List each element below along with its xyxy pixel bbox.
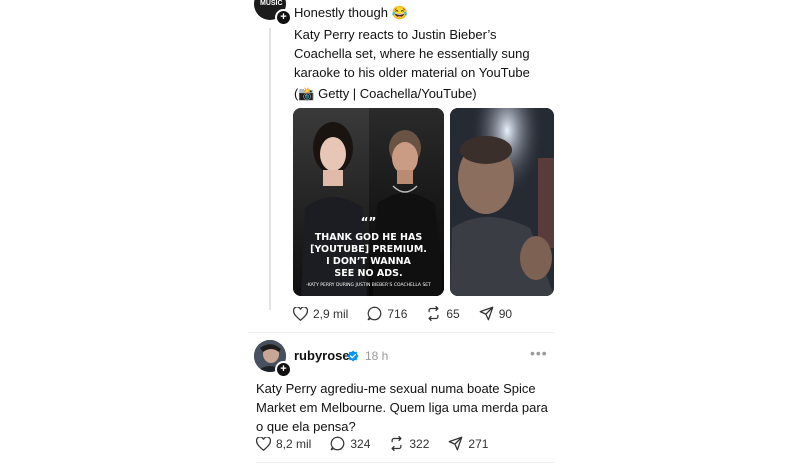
post1-reply-button[interactable]: 716 bbox=[367, 306, 407, 321]
post2-like-count: 8,2 mil bbox=[276, 436, 312, 451]
quote-line-3: I DON’T WANNA bbox=[326, 256, 411, 267]
post2-like-button[interactable]: 8,2 mil bbox=[256, 436, 312, 451]
post1-header-text: Honestly though 😂 bbox=[294, 5, 408, 20]
send-icon bbox=[479, 306, 494, 321]
post2-share-count: 271 bbox=[468, 436, 489, 451]
post2-repost-button[interactable]: 322 bbox=[389, 436, 429, 451]
post1-like-button[interactable]: 2,9 mil bbox=[293, 306, 349, 321]
send-icon bbox=[449, 436, 463, 451]
quote-mark: “” bbox=[360, 215, 377, 229]
repost-icon bbox=[391, 436, 402, 451]
post2-reply-button[interactable]: 324 bbox=[330, 436, 370, 451]
post2-actions: 8,2 mil 324 322 271 bbox=[256, 436, 507, 451]
heart-icon bbox=[293, 306, 308, 321]
comment-icon bbox=[367, 306, 382, 321]
avatar-logo: MUSIC bbox=[260, 0, 283, 7]
quote-line-1: THANK GOD HE HAS bbox=[314, 232, 423, 243]
post1-repost-button[interactable]: 65 bbox=[426, 306, 460, 321]
quote-line-2: [YOUTUBE] PREMIUM. bbox=[310, 244, 427, 255]
post-divider bbox=[248, 332, 554, 333]
quote-line-4: SEE NO ADS. bbox=[334, 268, 403, 279]
thread-connector-line bbox=[269, 28, 271, 310]
repost-icon bbox=[428, 306, 439, 321]
post1-like-count: 2,9 mil bbox=[313, 306, 349, 321]
post1-actions: 2,9 mil 716 65 90 bbox=[293, 306, 531, 321]
thread-feed: MUSIC + Honestly though 😂 Katy Perry rea… bbox=[248, 0, 554, 466]
comment-icon bbox=[330, 436, 345, 451]
post2-repost-count: 322 bbox=[409, 436, 430, 451]
quote-attribution: -KATY PERRY DURING JUSTIN BIEBER’S COACH… bbox=[306, 283, 431, 288]
bottom-divider bbox=[256, 462, 554, 463]
post1-credit: (📸 Getty | Coachella/YouTube) bbox=[294, 86, 477, 101]
post1-repost-count: 65 bbox=[446, 306, 460, 321]
post2-username[interactable]: rubyrose bbox=[294, 348, 350, 363]
post2-body: Katy Perry agrediu-me sexual numa boate … bbox=[256, 381, 548, 434]
post1-body: Katy Perry reacts to Justin Bieber’s Coa… bbox=[294, 27, 530, 80]
post2-time: 18 h bbox=[365, 349, 389, 363]
justin-selfie-photo bbox=[450, 108, 554, 296]
follow-plus-icon[interactable]: + bbox=[275, 9, 292, 26]
post1-share-count: 90 bbox=[498, 306, 513, 321]
more-options-icon[interactable]: ••• bbox=[530, 345, 548, 361]
post1-share-button[interactable]: 90 bbox=[479, 306, 512, 321]
verified-badge-icon bbox=[347, 349, 359, 362]
post1-image-selfie[interactable] bbox=[450, 108, 554, 296]
post2-reply-count: 324 bbox=[350, 436, 371, 451]
post2-share-button[interactable]: 271 bbox=[448, 436, 488, 451]
post1-image-quote[interactable]: “” THANK GOD HE HAS [YOUTUBE] PREMIUM. I… bbox=[293, 108, 444, 296]
post1-reply-count: 716 bbox=[387, 306, 408, 321]
follow-plus-icon[interactable]: + bbox=[275, 361, 292, 378]
heart-icon bbox=[256, 436, 271, 451]
